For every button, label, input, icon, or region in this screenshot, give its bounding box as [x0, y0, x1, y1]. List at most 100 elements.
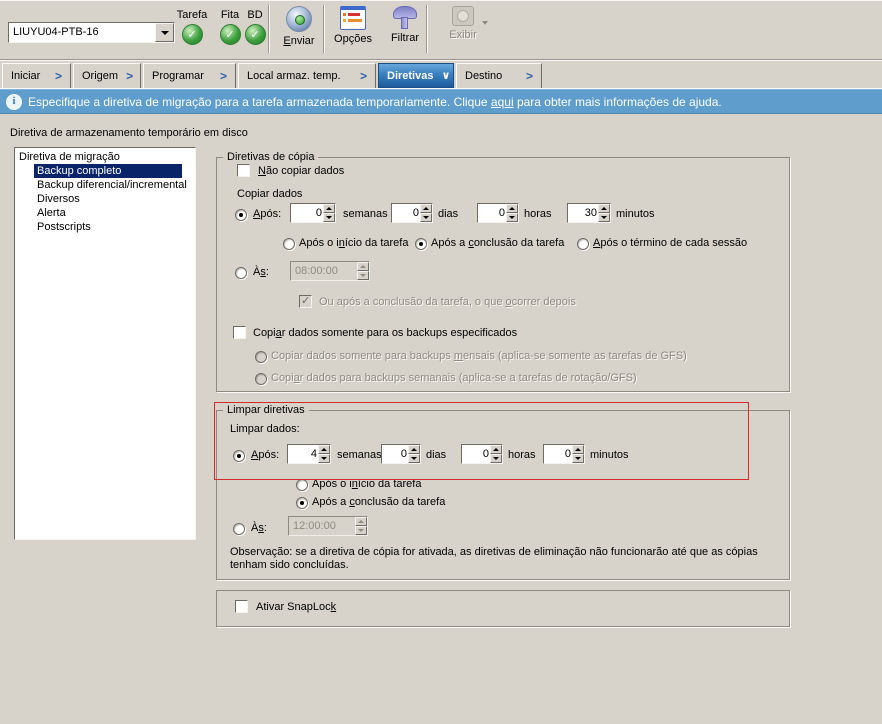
spinner-up-button[interactable]: [318, 445, 330, 454]
copy-weekly-radio[interactable]: [255, 373, 267, 385]
spinner-down-button[interactable]: [506, 213, 518, 222]
weeks-unit-label: semanas: [343, 208, 388, 220]
purge-after-completion-radio[interactable]: [296, 497, 308, 509]
purge-minutes-spinner[interactable]: 0: [543, 444, 585, 464]
spinner-value[interactable]: 0: [382, 445, 408, 463]
tree-root-migration-policy[interactable]: Diretiva de migração: [16, 150, 194, 164]
status-bd: BD ✓: [240, 9, 270, 45]
tab-origem[interactable]: Origem >: [73, 63, 141, 88]
purge-after-start-label: Após o início da tarefa: [312, 478, 421, 490]
submit-button[interactable]: Enviar: [274, 6, 324, 47]
spinner-up-button[interactable]: [598, 204, 610, 213]
purge-days-spinner[interactable]: 0: [381, 444, 421, 464]
spinner-value[interactable]: 0: [462, 445, 490, 463]
spinner-down-button[interactable]: [323, 213, 335, 222]
purge-after-start-radio[interactable]: [296, 479, 308, 491]
tree-item-postscripts[interactable]: Postscripts: [34, 220, 182, 234]
spinner-up-button[interactable]: [323, 204, 335, 213]
spinner-up-button[interactable]: [490, 445, 502, 454]
spinner-up-button[interactable]: [357, 262, 369, 271]
spinner-value[interactable]: 0: [291, 204, 323, 222]
copy-monthly-radio[interactable]: [255, 351, 267, 363]
help-link[interactable]: aqui: [491, 95, 514, 109]
options-button[interactable]: Opções: [328, 6, 378, 45]
purge-data-label: Limpar dados:: [230, 423, 300, 435]
toolbar: LIUYU04-PTB-16 Tarefa ✓ Fita ✓ BD ✓ Envi…: [0, 0, 882, 59]
spinner-down-button[interactable]: [598, 213, 610, 222]
spinner-down-button[interactable]: [318, 454, 330, 463]
spinner-value[interactable]: 0: [478, 204, 506, 222]
spinner-value[interactable]: 4: [288, 445, 318, 463]
send-icon: [286, 6, 312, 32]
no-copy-checkbox[interactable]: [237, 164, 250, 177]
time-value[interactable]: 08:00:00: [291, 262, 357, 280]
tab-programar[interactable]: Programar >: [143, 63, 236, 88]
spinner-value[interactable]: 0: [392, 204, 420, 222]
filter-button[interactable]: Filtrar: [380, 6, 430, 44]
spinner-down-button[interactable]: [490, 454, 502, 463]
tab-label: Diretivas: [387, 70, 433, 82]
copy-after-completion-radio[interactable]: [415, 238, 427, 250]
status-label: Tarefa: [172, 9, 212, 21]
spinner-up-button[interactable]: [355, 517, 367, 526]
migration-policy-tree[interactable]: Diretiva de migração Backup completo Bac…: [14, 147, 196, 540]
chevron-down-icon[interactable]: [482, 21, 488, 25]
tree-item-diversos[interactable]: Diversos: [34, 192, 182, 206]
copy-after-start-label: Após o início da tarefa: [299, 237, 408, 249]
spinner-value[interactable]: 0: [544, 445, 572, 463]
spinner-down-button[interactable]: [355, 526, 367, 535]
or-after-completion-checkbox[interactable]: ✓: [299, 295, 312, 308]
spinner-down-button[interactable]: [420, 213, 432, 222]
tree-item-backup-diferencial[interactable]: Backup diferencial/incremental: [34, 178, 182, 192]
server-combo-value[interactable]: LIUYU04-PTB-16: [9, 23, 155, 42]
tree-item-alerta[interactable]: Alerta: [34, 206, 182, 220]
purge-weeks-spinner[interactable]: 4: [287, 444, 331, 464]
tab-iniciar[interactable]: Iniciar >: [2, 63, 71, 88]
view-button[interactable]: Exibir: [436, 6, 490, 41]
days-unit-label: dias: [438, 208, 458, 220]
chevron-right-icon: >: [360, 69, 367, 83]
chevron-right-icon: >: [126, 69, 133, 83]
tab-local-armaz-temp[interactable]: Local armaz. temp. >: [238, 63, 376, 88]
copy-after-start-radio[interactable]: [283, 238, 295, 250]
copy-weeks-spinner[interactable]: 0: [290, 203, 336, 223]
purge-time-field[interactable]: 12:00:00: [288, 516, 368, 536]
copy-at-radio[interactable]: [235, 267, 247, 279]
spinner-up-button[interactable]: [420, 204, 432, 213]
submit-button-label: Enviar: [274, 35, 324, 47]
copy-hours-spinner[interactable]: 0: [477, 203, 519, 223]
section-label: Diretiva de armazenamento temporário em …: [10, 127, 248, 139]
info-banner: i Especifique a diretiva de migração par…: [0, 89, 882, 114]
view-button-label: Exibir: [436, 29, 490, 41]
purge-at-radio[interactable]: [233, 523, 245, 535]
toolbar-separator: [323, 5, 325, 53]
copy-minutes-spinner[interactable]: 30: [567, 203, 611, 223]
copy-only-specified-checkbox[interactable]: [233, 326, 246, 339]
copy-policies-group-title: Diretivas de cópia: [223, 151, 318, 163]
copy-time-field[interactable]: 08:00:00: [290, 261, 370, 281]
spinner-value[interactable]: 30: [568, 204, 598, 222]
hours-unit-label: horas: [524, 208, 552, 220]
copy-after-radio[interactable]: [235, 209, 247, 221]
server-combo[interactable]: LIUYU04-PTB-16: [8, 22, 175, 43]
status-check-icon: ✓: [182, 24, 203, 45]
spinner-up-button[interactable]: [408, 445, 420, 454]
spinner-down-button[interactable]: [572, 454, 584, 463]
time-value[interactable]: 12:00:00: [289, 517, 355, 535]
spinner-up-button[interactable]: [572, 445, 584, 454]
spinner-down-button[interactable]: [408, 454, 420, 463]
filter-icon: [393, 6, 417, 29]
spinner-up-button[interactable]: [506, 204, 518, 213]
copy-days-spinner[interactable]: 0: [391, 203, 433, 223]
purge-after-radio[interactable]: [233, 450, 245, 462]
tab-label: Programar: [152, 70, 204, 82]
snaplock-label: Ativar SnapLock: [256, 601, 336, 613]
tab-diretivas[interactable]: Diretivas ∨: [378, 63, 454, 88]
tree-item-backup-completo[interactable]: Backup completo: [34, 164, 182, 178]
snaplock-checkbox[interactable]: [235, 600, 248, 613]
tab-destino[interactable]: Destino >: [456, 63, 542, 88]
copy-after-session-label: Após o término de cada sessão: [593, 237, 747, 249]
copy-after-session-radio[interactable]: [577, 238, 589, 250]
spinner-down-button[interactable]: [357, 271, 369, 280]
purge-hours-spinner[interactable]: 0: [461, 444, 503, 464]
